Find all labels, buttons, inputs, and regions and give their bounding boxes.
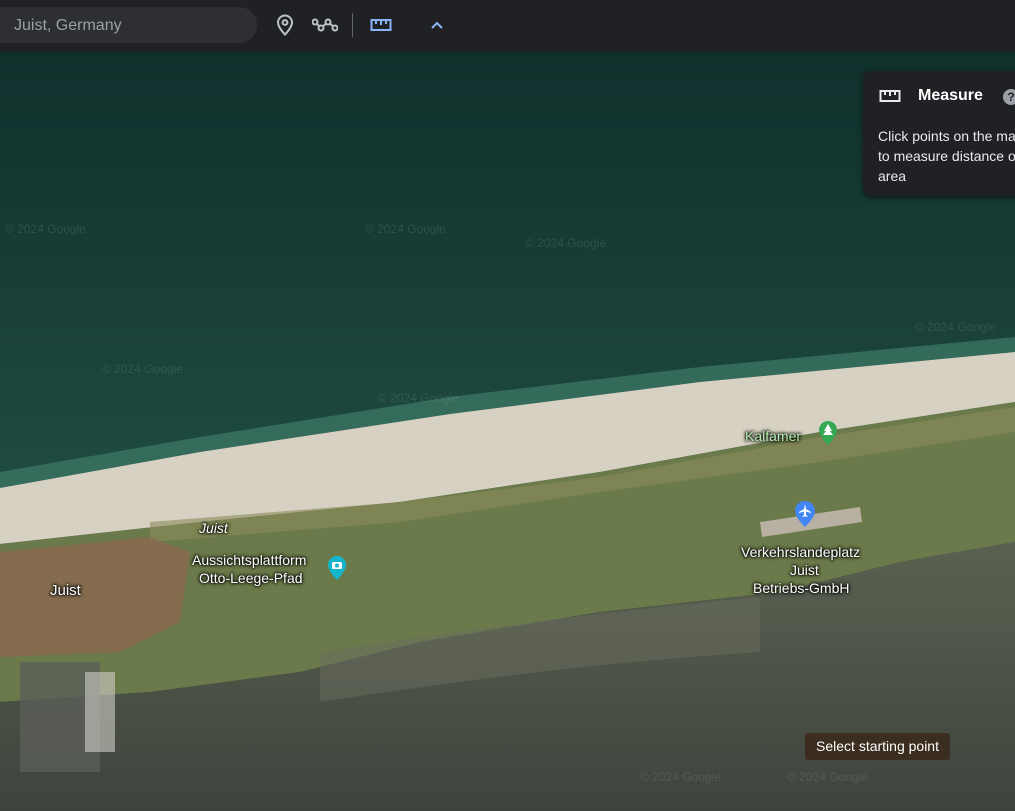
measure-panel: Measure ? Click points on the map to mea… xyxy=(863,71,1015,196)
map-label-betriebs-gmbh[interactable]: Betriebs-GmbH xyxy=(753,579,849,597)
route-button[interactable] xyxy=(310,10,340,40)
map-watermark: © 2024 Google xyxy=(525,236,606,250)
map-label-otto-leege-pfad[interactable]: Otto-Leege-Pfad xyxy=(199,569,303,587)
map-label-kalfamer[interactable]: Kalfamer xyxy=(745,427,801,445)
camera-pin-icon[interactable] xyxy=(327,555,347,581)
map-label-juist-italic[interactable]: Juist xyxy=(199,519,228,537)
help-icon[interactable]: ? xyxy=(1003,89,1015,105)
map-watermark: © 2024 Google xyxy=(915,320,996,334)
measure-button[interactable] xyxy=(366,10,396,40)
location-pin-button[interactable] xyxy=(270,10,300,40)
map-watermark: © 2024 Google xyxy=(102,362,183,376)
map-watermark: © 2024 Google xyxy=(640,770,721,784)
ruler-icon xyxy=(879,90,901,102)
search-input[interactable] xyxy=(12,7,246,45)
select-starting-point-tooltip: Select starting point xyxy=(805,733,950,760)
map-watermark: © 2024 Google xyxy=(787,770,868,784)
map-label-aussichtsplattform[interactable]: Aussichtsplattform xyxy=(192,551,306,569)
ruler-icon xyxy=(370,19,392,31)
map-watermark: © 2024 Google xyxy=(378,391,459,405)
toolbar-divider xyxy=(352,13,353,37)
map-label-verkehrslandeplatz[interactable]: Verkehrslandeplatz xyxy=(741,543,860,561)
airport-pin-icon[interactable] xyxy=(794,500,816,528)
park-pin-icon[interactable] xyxy=(818,420,838,446)
search-box[interactable] xyxy=(0,7,257,45)
collapse-button[interactable] xyxy=(422,10,452,40)
top-toolbar xyxy=(0,0,1015,52)
map-label-juist-airport[interactable]: Juist xyxy=(790,561,819,579)
measure-instructions: Click points on the map to measure dista… xyxy=(878,128,1015,184)
route-icon xyxy=(312,18,338,32)
measure-title: Measure xyxy=(918,87,983,104)
map-label-juist-town[interactable]: Juist xyxy=(50,582,81,600)
map-watermark: © 2024 Google xyxy=(365,222,446,236)
chevron-up-icon xyxy=(431,21,443,29)
map-watermark: © 2024 Google xyxy=(5,222,86,236)
location-pin-icon xyxy=(276,14,294,36)
